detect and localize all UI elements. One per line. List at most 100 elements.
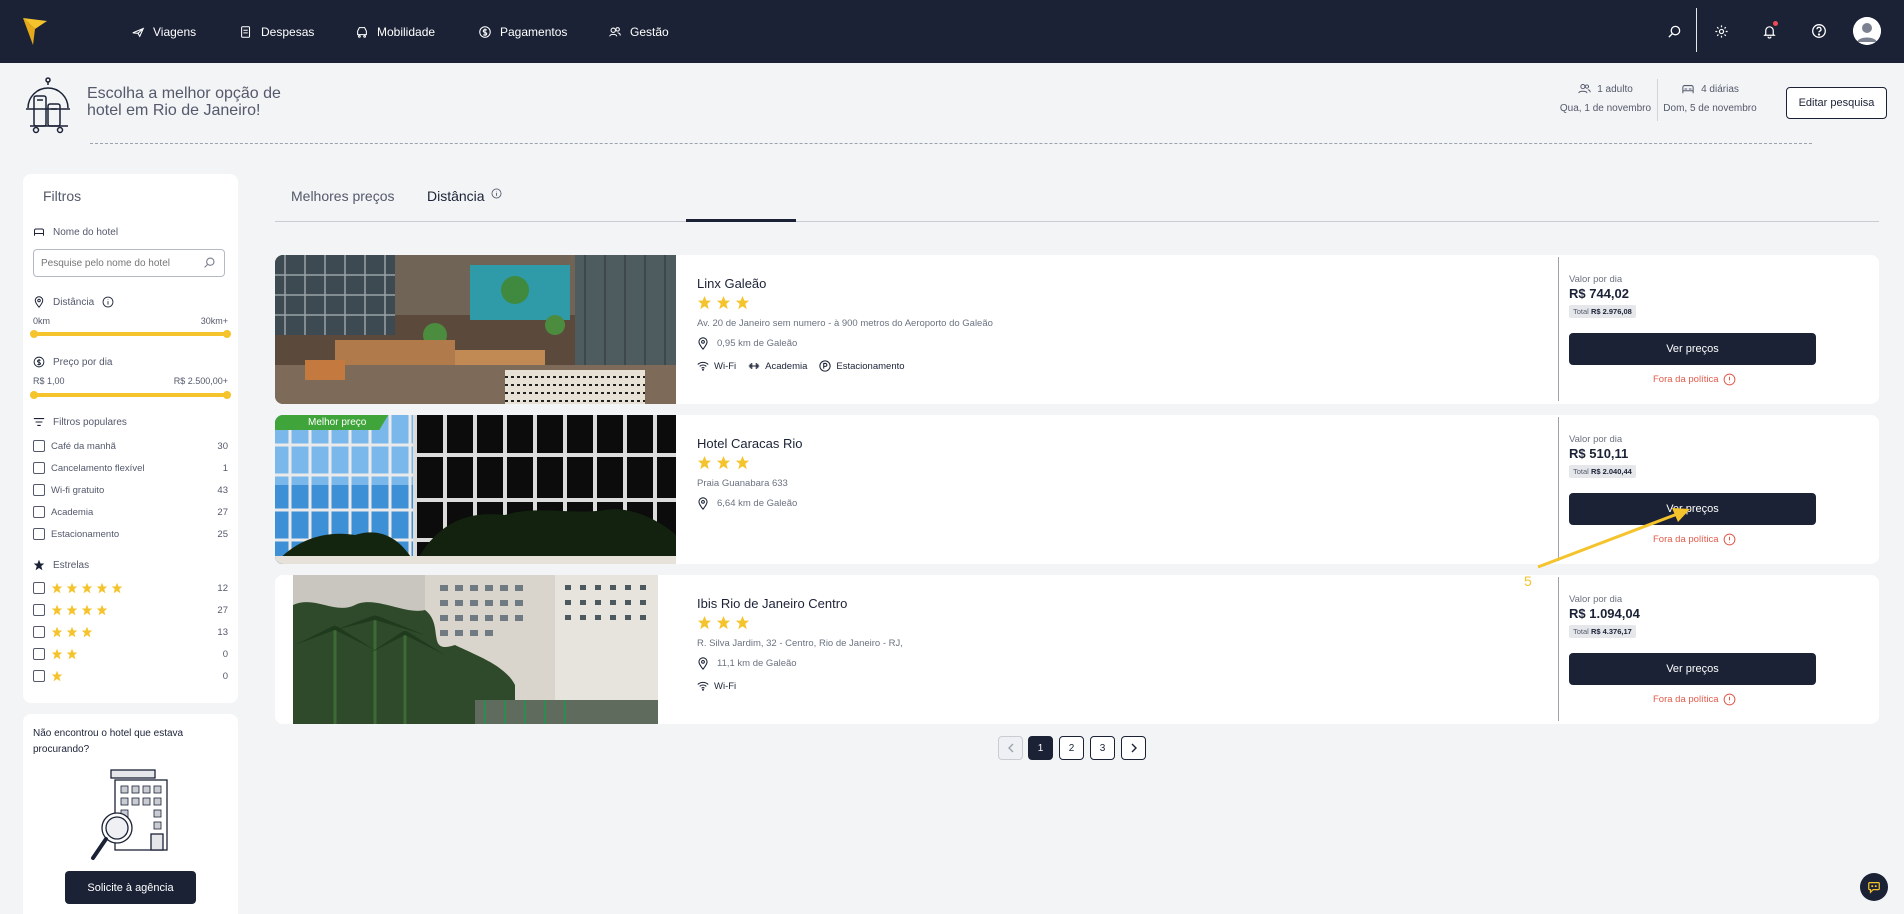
filter-icon xyxy=(33,418,45,426)
pagination-page-3[interactable]: 3 xyxy=(1090,736,1115,760)
search-button[interactable] xyxy=(1662,19,1686,43)
out-of-policy-indicator[interactable]: Fora da política xyxy=(1653,693,1736,706)
hotel-name[interactable]: Ibis Rio de Janeiro Centro xyxy=(697,596,847,611)
help-button[interactable] xyxy=(1807,19,1831,43)
edit-search-button[interactable]: Editar pesquisa xyxy=(1786,87,1887,119)
pagination-page-2[interactable]: 2 xyxy=(1059,736,1084,760)
filter-option-wifi-gratuito[interactable]: Wi-fi gratuito 43 xyxy=(33,483,228,497)
tab-melhores-precos[interactable]: Melhores preços xyxy=(291,188,395,204)
hotel-name[interactable]: Hotel Caracas Rio xyxy=(697,436,803,451)
tab-label: Distância xyxy=(427,188,485,204)
bed-icon xyxy=(1682,85,1694,94)
pagination-prev-button[interactable] xyxy=(998,736,1023,760)
nav-item-mobilidade[interactable]: Mobilidade xyxy=(355,0,435,63)
star-filter-count: 13 xyxy=(217,626,228,638)
nav-item-gestao[interactable]: Gestão xyxy=(608,0,669,63)
see-prices-button[interactable]: Ver preços xyxy=(1569,493,1816,525)
price-per-day-label: Valor por dia xyxy=(1569,594,1623,605)
price-divider xyxy=(1558,417,1559,561)
search-icon[interactable] xyxy=(203,256,216,269)
filter-option-estacionamento[interactable]: Estacionamento 25 xyxy=(33,527,228,541)
star-filter-row[interactable]: 12 xyxy=(33,581,228,595)
hotel-name-search-input[interactable] xyxy=(33,249,225,277)
header-dotted-line xyxy=(90,143,1812,144)
guests-summary: 1 adulto Qua, 1 de novembro xyxy=(1557,83,1654,115)
total-price: R$ 4.376,17 xyxy=(1590,627,1632,636)
filter-option-academia[interactable]: Academia 27 xyxy=(33,505,228,519)
star-rating xyxy=(51,648,78,660)
checkbox[interactable] xyxy=(33,648,45,660)
see-prices-button[interactable]: Ver preços xyxy=(1569,653,1816,685)
hotel-name[interactable]: Linx Galeão xyxy=(697,276,766,291)
nav-item-despesas[interactable]: Despesas xyxy=(239,0,314,63)
hotel-photo[interactable] xyxy=(275,255,676,404)
hotel-card: Ibis Rio de Janeiro Centro R. Silva Jard… xyxy=(275,575,1879,724)
star-filter-row[interactable]: 13 xyxy=(33,625,228,639)
price-slider-max-handle[interactable] xyxy=(223,391,231,399)
price-slider-min-handle[interactable] xyxy=(30,391,38,399)
info-icon[interactable] xyxy=(491,188,502,199)
star-icon xyxy=(697,615,712,630)
stay-summary: 4 diárias Dom, 5 de novembro xyxy=(1660,83,1760,115)
nav-item-pagamentos[interactable]: Pagamentos xyxy=(478,0,567,63)
price-slider[interactable] xyxy=(30,391,231,399)
info-icon xyxy=(1724,693,1736,706)
price-max: R$ 2.500,00+ xyxy=(173,376,228,386)
hotel-photo[interactable]: Melhor preço xyxy=(275,415,676,564)
receipt-icon xyxy=(241,25,251,38)
hotel-photo[interactable] xyxy=(275,575,676,724)
logo[interactable] xyxy=(22,16,48,46)
pagination-page-1[interactable]: 1 xyxy=(1028,736,1053,760)
star-filter-row[interactable]: 27 xyxy=(33,603,228,617)
checkbox[interactable] xyxy=(33,604,45,616)
checkbox[interactable] xyxy=(33,528,45,540)
parking-icon xyxy=(819,360,832,372)
filter-option-count: 1 xyxy=(222,462,228,474)
checkbox[interactable] xyxy=(33,670,45,682)
chat-support-button[interactable] xyxy=(1860,873,1888,901)
distance-slider[interactable] xyxy=(30,330,231,338)
nav-item-viagens[interactable]: Viagens xyxy=(131,0,196,63)
out-of-policy-indicator[interactable]: Fora da política xyxy=(1653,373,1736,386)
settings-button[interactable] xyxy=(1709,19,1733,43)
distance-max: 30km+ xyxy=(200,316,228,326)
tab-distancia[interactable]: Distância xyxy=(427,188,502,204)
distance-slider-min-handle[interactable] xyxy=(30,330,38,338)
users-icon xyxy=(609,26,621,37)
notifications-button[interactable] xyxy=(1757,19,1781,43)
filter-option-label: Wi-fi gratuito xyxy=(51,484,105,496)
nav-divider xyxy=(1696,8,1697,52)
search-icon xyxy=(1667,25,1680,38)
pagination-next-button[interactable] xyxy=(1121,736,1146,760)
filter-option-cancelamento-flexivel[interactable]: Cancelamento flexível 1 xyxy=(33,461,228,475)
filter-option-cafe-da-manha[interactable]: Café da manhã 30 xyxy=(33,439,228,453)
policy-text: Fora da política xyxy=(1653,534,1719,545)
star-icon xyxy=(51,626,63,638)
avatar[interactable] xyxy=(1853,17,1881,45)
star-icon xyxy=(735,615,750,630)
request-agency-button[interactable]: Solicite à agência xyxy=(65,871,196,904)
star-icon xyxy=(51,670,63,682)
chat-icon xyxy=(1868,882,1880,894)
policy-text: Fora da política xyxy=(1653,374,1719,385)
star-filter-row[interactable]: 0 xyxy=(33,669,228,683)
checkbox[interactable] xyxy=(33,626,45,638)
out-of-policy-indicator[interactable]: Fora da política xyxy=(1653,533,1736,546)
info-icon xyxy=(1724,373,1736,386)
hotel-distance: 0,95 km de Galeão xyxy=(697,337,797,350)
best-price-badge: Melhor preço xyxy=(275,415,389,430)
checkbox[interactable] xyxy=(33,506,45,518)
distance-slider-max-handle[interactable] xyxy=(223,330,231,338)
star-icon xyxy=(697,295,712,310)
checkbox[interactable] xyxy=(33,582,45,594)
distance-label: Distância xyxy=(33,296,114,308)
location-pin-icon xyxy=(698,657,708,670)
checkbox[interactable] xyxy=(33,484,45,496)
checkbox[interactable] xyxy=(33,462,45,474)
users-icon xyxy=(1578,84,1591,94)
see-prices-button[interactable]: Ver preços xyxy=(1569,333,1816,365)
info-icon[interactable] xyxy=(102,296,114,308)
checkbox[interactable] xyxy=(33,440,45,452)
star-filter-row[interactable]: 0 xyxy=(33,647,228,661)
price-per-day: R$ 1.094,04 xyxy=(1569,606,1640,621)
